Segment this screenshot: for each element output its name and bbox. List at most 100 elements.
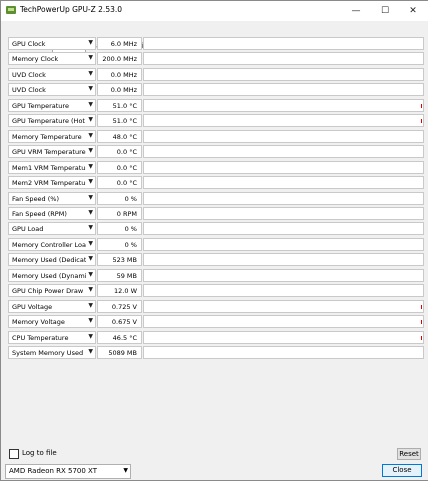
sensor-row: GPU Temperature (Hot Spot)▼ 51.0 °C: [6, 114, 424, 128]
sensor-label-dropdown[interactable]: GPU Voltage ▼: [8, 299, 96, 313]
gpuz-window: TechPowerUp GPU-Z 2.53.0 — ☐ ✕ Graphics …: [0, 0, 428, 481]
sensor-value-box: 51.0 °C: [97, 98, 142, 112]
chevron-down-icon: ▼: [88, 178, 93, 186]
sensor-row: UVD Clock ▼ 0.0 MHz: [6, 83, 424, 97]
chevron-down-icon: ▼: [88, 193, 93, 201]
graph-spike: [421, 103, 422, 108]
sensor-label: UVD Clock: [12, 70, 46, 79]
sensor-value: 0.675 V: [111, 318, 137, 327]
sensor-graph: [143, 299, 424, 313]
sensor-list: GPU Clock ▼ 6.0 MHz Memory Clock ▼ 200.0 MHz U…: [6, 35, 424, 365]
gpuz-app-icon: [6, 6, 16, 14]
maximize-button[interactable]: ☐: [371, 3, 399, 19]
sensor-label-dropdown[interactable]: GPU VRM Temperature ▼: [8, 145, 96, 159]
sensor-value-box: 12.0 W: [97, 284, 142, 298]
sensor-row: Mem1 VRM Temperature ▼ 0.0 °C: [6, 160, 424, 175]
sensor-value: 51.0 °C: [112, 117, 137, 126]
chevron-down-icon: ▼: [88, 208, 93, 216]
sensor-label: Memory Used (Dedicated): [12, 256, 86, 265]
graph-spike: [421, 335, 422, 340]
reset-button[interactable]: Reset: [397, 448, 421, 460]
sensor-row: GPU Temperature ▼ 51.0 °C: [6, 98, 424, 113]
sensor-label: CPU Temperature: [12, 333, 69, 342]
tab-bar: Graphics Card Sensors Advanced Validatio…: [1, 20, 428, 53]
sensor-value: 0 RPM: [116, 209, 137, 218]
sensor-label: Fan Speed (RPM): [12, 209, 67, 218]
close-button[interactable]: Close: [382, 464, 422, 477]
sensor-graph: [143, 145, 424, 159]
sensor-value-box: 0.0 MHz: [97, 83, 142, 97]
sensor-label-dropdown[interactable]: Memory Temperature ▼: [8, 129, 96, 143]
chevron-down-icon: ▼: [123, 467, 128, 474]
title-bar: TechPowerUp GPU-Z 2.53.0 — ☐ ✕: [1, 1, 428, 21]
chevron-down-icon: ▼: [88, 332, 93, 340]
sensor-value-box: 0 %: [97, 237, 142, 251]
device-select-value: AMD Radeon RX 5700 XT: [9, 467, 98, 475]
sensor-label: Memory Clock: [12, 55, 59, 64]
device-select[interactable]: AMD Radeon RX 5700 XT ▼: [5, 464, 131, 479]
graph-spike: [421, 320, 422, 325]
sensor-label-dropdown[interactable]: Mem1 VRM Temperature ▼: [8, 160, 96, 174]
sensor-graph: [143, 253, 424, 267]
sensor-row: Memory Controller Load ▼ 0 %: [6, 237, 424, 252]
sensor-value-box: 0 %: [97, 222, 142, 236]
sensor-label-dropdown[interactable]: UVD Clock ▼: [8, 83, 96, 97]
close-window-button[interactable]: ✕: [399, 3, 427, 19]
sensor-value: 6.0 MHz: [110, 40, 137, 48]
sensor-graph: [143, 160, 424, 174]
sensor-row: System Memory Used ▼ 5089 MB: [6, 346, 424, 360]
sensor-value: 0.0 MHz: [110, 70, 137, 79]
sensor-row: Memory Used (Dedicated)▼ 523 MB: [6, 253, 424, 267]
sensor-label: GPU Clock: [12, 40, 46, 48]
sensor-label-dropdown[interactable]: Fan Speed (%) ▼: [8, 191, 96, 205]
sensor-value-box: 0.0 °C: [97, 145, 142, 159]
chevron-down-icon: ▼: [88, 162, 93, 170]
sensor-label-dropdown[interactable]: Memory Voltage ▼: [8, 315, 96, 329]
sensor-label: GPU Temperature: [12, 101, 69, 110]
sensor-label: GPU Voltage: [12, 302, 53, 311]
sensor-label-dropdown[interactable]: Memory Used (Dynamic) ▼: [8, 268, 96, 282]
sensor-label-dropdown[interactable]: GPU Clock ▼: [8, 37, 96, 50]
minimize-button[interactable]: —: [342, 3, 370, 19]
sensor-label: Mem2 VRM Temperature: [12, 179, 86, 188]
log-to-file-checkbox[interactable]: [9, 449, 19, 459]
sensor-label-dropdown[interactable]: Mem2 VRM Temperature ▼: [8, 176, 96, 190]
chevron-down-icon: ▼: [88, 116, 93, 124]
sensor-label-dropdown[interactable]: UVD Clock ▼: [8, 67, 96, 81]
chevron-down-icon: ▼: [88, 100, 93, 108]
sensor-graph: [143, 37, 424, 50]
sensor-value-box: 200.0 MHz: [97, 52, 142, 66]
sensor-label-dropdown[interactable]: System Memory Used ▼: [8, 346, 96, 359]
sensor-label-dropdown[interactable]: Fan Speed (RPM) ▼: [8, 206, 96, 220]
sensor-value: 51.0 °C: [112, 101, 137, 110]
sensor-graph: [143, 129, 424, 143]
sensor-value-box: 0 %: [97, 191, 142, 205]
sensor-value: 0 %: [124, 225, 137, 234]
sensor-graph: [143, 222, 424, 236]
sensor-graph: [143, 315, 424, 329]
sensor-value: 59 MB: [116, 271, 137, 280]
sensor-row: Memory Clock ▼ 200.0 MHz: [6, 52, 424, 66]
sensor-label-dropdown[interactable]: GPU Load ▼: [8, 222, 96, 236]
sensor-label-dropdown[interactable]: GPU Chip Power Draw ▼: [8, 284, 96, 298]
sensor-label-dropdown[interactable]: Memory Clock ▼: [8, 52, 96, 66]
chevron-down-icon: ▼: [88, 147, 93, 155]
chevron-down-icon: ▼: [88, 348, 93, 355]
chevron-down-icon: ▼: [88, 286, 93, 294]
window-title: TechPowerUp GPU-Z 2.53.0: [20, 5, 123, 14]
sensor-row: GPU Clock ▼ 6.0 MHz: [6, 37, 424, 51]
chevron-down-icon: ▼: [88, 239, 93, 247]
sensor-row: Memory Used (Dynamic) ▼ 59 MB: [6, 268, 424, 283]
sensor-row: GPU VRM Temperature ▼ 0.0 °C: [6, 145, 424, 159]
sensor-label: Memory Temperature: [12, 132, 82, 141]
sensor-value: 200.0 MHz: [102, 55, 137, 64]
sensor-label-dropdown[interactable]: GPU Temperature (Hot Spot)▼: [8, 114, 96, 128]
sensor-label-dropdown[interactable]: GPU Temperature ▼: [8, 98, 96, 112]
sensor-row: Fan Speed (RPM) ▼ 0 RPM: [6, 206, 424, 221]
sensor-row: GPU Load ▼ 0 %: [6, 222, 424, 236]
sensor-label-dropdown[interactable]: CPU Temperature ▼: [8, 330, 96, 344]
sensor-graph: [143, 268, 424, 282]
sensor-graph: [143, 346, 424, 359]
sensor-label-dropdown[interactable]: Memory Controller Load ▼: [8, 237, 96, 251]
sensor-label-dropdown[interactable]: Memory Used (Dedicated)▼: [8, 253, 96, 267]
